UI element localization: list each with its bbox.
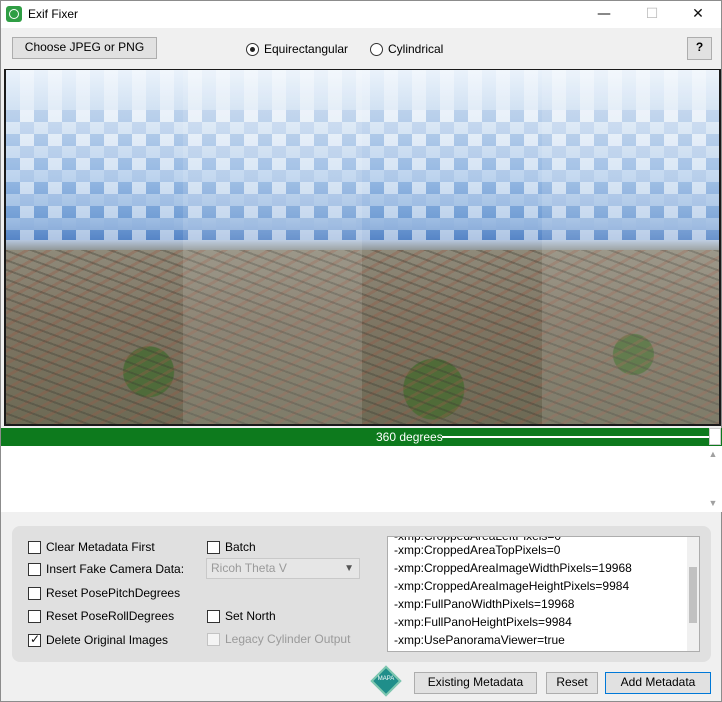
metadata-line: -xmp:UsePanoramaViewer=true: [394, 633, 565, 647]
radio-unselected-indicator: [370, 42, 383, 56]
metadata-line: -xmp:CroppedAreaImageHeightPixels=9984: [394, 579, 630, 593]
delete-original-label: Delete Original Images: [46, 633, 169, 647]
fake-camera-label: Insert Fake Camera Data:: [46, 562, 185, 576]
maximize-button[interactable]: ☐: [629, 1, 675, 28]
metadata-scrollbar[interactable]: [687, 537, 699, 651]
checkbox-checked-icon: [28, 632, 41, 647]
reset-button[interactable]: Reset: [546, 672, 598, 694]
legacy-cylinder-checkbox[interactable]: Legacy Cylinder Output: [207, 631, 350, 647]
checkbox-box: [28, 609, 41, 623]
reset-pitch-checkbox[interactable]: Reset PosePitchDegrees: [28, 585, 180, 601]
scroll-up-icon[interactable]: ▲: [708, 449, 718, 459]
log-scrollbar[interactable]: ▲ ▼: [705, 446, 722, 512]
minimize-button[interactable]: —: [581, 1, 627, 28]
set-north-checkbox[interactable]: Set North: [207, 608, 276, 624]
clear-metadata-checkbox[interactable]: Clear Metadata First: [28, 539, 155, 555]
degree-slider-track[interactable]: [442, 436, 714, 438]
camera-model-value: Ricoh Theta V: [211, 561, 287, 575]
clear-metadata-label: Clear Metadata First: [46, 540, 155, 554]
chevron-down-icon: ▼: [344, 563, 354, 574]
degree-label: 360 degrees: [376, 430, 443, 444]
radio-selected-indicator: [246, 42, 259, 56]
add-metadata-button[interactable]: Add Metadata: [605, 672, 711, 694]
reset-roll-label: Reset PoseRollDegrees: [46, 609, 175, 623]
metadata-textbox[interactable]: -xmp:CroppedAreaLeftPixels=0 -xmp:Croppe…: [387, 536, 700, 652]
checkbox-box: [207, 632, 220, 646]
radio-equirectangular-label: Equirectangular: [264, 42, 349, 56]
batch-checkbox[interactable]: Batch: [207, 539, 256, 555]
close-button[interactable]: ✕: [675, 1, 721, 28]
scroll-down-icon[interactable]: ▼: [708, 498, 718, 508]
checkbox-box: [28, 562, 41, 576]
metadata-line: -xmp:FullPanoWidthPixels=19968: [394, 597, 575, 611]
metadata-line: -xmp:CroppedAreaTopPixels=0: [394, 543, 561, 557]
set-north-label: Set North: [225, 609, 276, 623]
checkbox-box: [207, 540, 220, 554]
window-title: Exif Fixer: [28, 7, 79, 21]
title-bar: Exif Fixer — ☐ ✕: [1, 1, 721, 28]
batch-label: Batch: [225, 540, 256, 554]
metadata-line: -xmp:CroppedAreaImageWidthPixels=19968: [394, 561, 632, 575]
radio-equirectangular[interactable]: Equirectangular: [246, 41, 348, 57]
panorama-image: [6, 70, 719, 424]
mapa-logo: MAPA: [370, 665, 402, 697]
metadata-line: -xmp:CroppedAreaLeftPixels=0: [394, 536, 562, 543]
delete-original-checkbox[interactable]: Delete Original Images: [28, 632, 168, 648]
reset-roll-checkbox[interactable]: Reset PoseRollDegrees: [28, 608, 174, 624]
legacy-cylinder-label: Legacy Cylinder Output: [225, 632, 351, 646]
degree-slider-thumb[interactable]: [709, 428, 721, 445]
choose-image-button[interactable]: Choose JPEG or PNG: [12, 37, 157, 59]
fake-camera-checkbox[interactable]: Insert Fake Camera Data:: [28, 561, 184, 577]
app-icon: [6, 6, 22, 22]
reset-pitch-label: Reset PosePitchDegrees: [46, 586, 181, 600]
logo-text: MAPA: [377, 676, 395, 682]
checkbox-box: [28, 586, 41, 600]
panorama-segment-highlight: [183, 70, 362, 424]
checkbox-box: [28, 540, 41, 554]
panorama-preview[interactable]: [4, 69, 721, 426]
help-button[interactable]: ?: [687, 37, 712, 60]
degree-slider-bar[interactable]: 360 degrees: [1, 428, 722, 446]
panorama-segment-highlight: [542, 70, 719, 424]
metadata-line: -xmp:FullPanoHeightPixels=9984: [394, 615, 572, 629]
metadata-scroll-thumb[interactable]: [689, 567, 697, 623]
radio-cylindrical[interactable]: Cylindrical: [370, 41, 443, 57]
exif-fixer-window: Exif Fixer — ☐ ✕ Choose JPEG or PNG Equi…: [0, 0, 722, 702]
radio-cylindrical-label: Cylindrical: [388, 42, 444, 56]
existing-metadata-button[interactable]: Existing Metadata: [414, 672, 537, 694]
checkbox-box: [207, 609, 220, 623]
camera-model-select[interactable]: Ricoh Theta V ▼: [206, 558, 360, 579]
log-area: ▲ ▼: [1, 446, 722, 512]
